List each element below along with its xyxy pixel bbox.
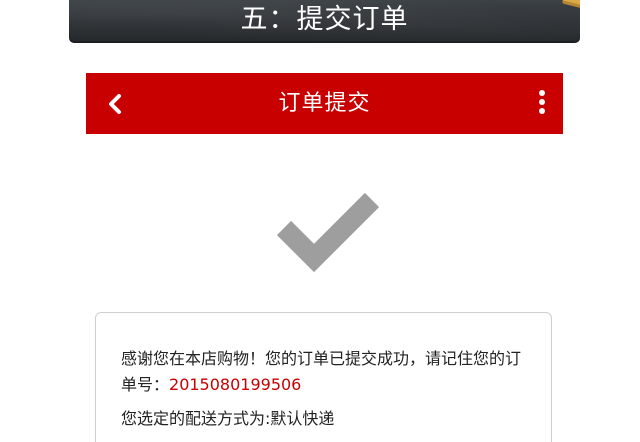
step-banner: 五：提交订单: [69, 0, 580, 43]
checkmark-icon: [276, 192, 380, 273]
delivery-method-line: 您选定的配送方式为:默认快递: [121, 407, 334, 431]
order-number: 2015080199506: [169, 375, 302, 394]
more-menu-button[interactable]: [535, 90, 549, 118]
app-header: 订单提交: [86, 73, 563, 134]
order-result-card: 感谢您在本店购物！您的订单已提交成功，请记住您的订单号：201508019950…: [95, 312, 552, 442]
thank-you-message: 感谢您在本店购物！您的订单已提交成功，请记住您的订单号：201508019950…: [121, 346, 533, 398]
banner-title: 五：提交订单: [240, 4, 409, 35]
order-submitted-page: 五：提交订单 订单提交 感谢您在本店购物！您的订单已提交成功，请记住您的订单号：…: [0, 0, 640, 442]
delivery-label: 您选定的配送方式为:: [121, 409, 271, 428]
page-title: 订单提交: [278, 91, 371, 116]
more-vertical-icon: [539, 90, 545, 96]
delivery-method: 默认快递: [270, 409, 335, 428]
eraser-icon: [562, 0, 580, 20]
